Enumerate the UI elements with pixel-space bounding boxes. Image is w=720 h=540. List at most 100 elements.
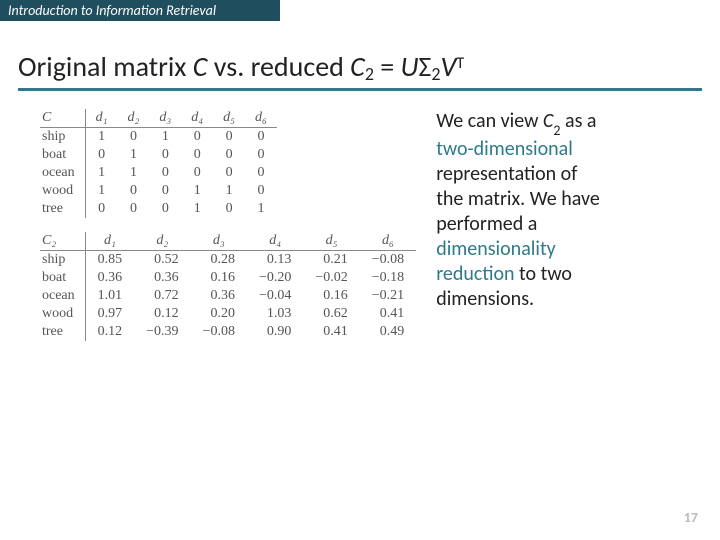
table-row: ship0.850.520.280.130.21−0.08 — [40, 251, 416, 270]
cell: −0.08 — [191, 323, 247, 341]
cell: 0 — [149, 146, 181, 164]
cell: 1 — [118, 164, 150, 182]
title-V-sup: T — [456, 54, 464, 73]
title-sigma-sub: 2 — [431, 63, 440, 85]
cell: 0 — [118, 182, 150, 200]
row-label: boat — [40, 146, 85, 164]
slide-title: Original matrix C vs. reduced C2 = UΣ2VT — [18, 49, 702, 84]
row-label: boat — [40, 269, 85, 287]
t1-h5: d₅ — [213, 109, 245, 128]
cell: 0 — [245, 182, 277, 200]
cell: −0.08 — [360, 251, 416, 270]
cell: 0.41 — [303, 323, 359, 341]
title-C2-sub: 2 — [365, 63, 374, 85]
title-C: C — [193, 49, 208, 84]
cell: 0.36 — [85, 269, 134, 287]
cell: 0.90 — [247, 323, 303, 341]
cell: 0.41 — [360, 305, 416, 323]
side-paragraph: We can view C2 as a two-dimensional repr… — [436, 109, 606, 341]
cell: 0.12 — [85, 323, 134, 341]
table-row: ship101000 — [40, 128, 277, 147]
cell: −0.39 — [134, 323, 190, 341]
t2-h5: d₅ — [303, 232, 359, 251]
cell: 1.01 — [85, 287, 134, 305]
row-label: ocean — [40, 164, 85, 182]
tables-wrapper: C d₁ d₂ d₃ d₄ d₅ d₆ ship101000boat010000… — [40, 109, 416, 341]
cell: 0 — [85, 200, 117, 218]
t1-h2: d₂ — [118, 109, 150, 128]
cell: 0.28 — [191, 251, 247, 270]
side-C: C — [543, 109, 553, 133]
page-number: 17 — [684, 509, 698, 526]
table-row: boat0.360.360.16−0.20−0.02−0.18 — [40, 269, 416, 287]
cell: −0.21 — [360, 287, 416, 305]
row-label: tree — [40, 323, 85, 341]
cell: 0 — [245, 164, 277, 182]
title-C2: C — [350, 49, 365, 84]
table-row: wood100110 — [40, 182, 277, 200]
side-l3: representation of the matrix. We have pe… — [436, 162, 600, 236]
cell: 0.52 — [134, 251, 190, 270]
matrix-C2-table: C₂ d₁ d₂ d₃ d₄ d₅ d₆ ship0.850.520.280.1… — [40, 232, 416, 341]
title-eq: = — [374, 49, 401, 84]
cell: 0.72 — [134, 287, 190, 305]
cell: 0 — [181, 128, 213, 147]
cell: 0 — [213, 164, 245, 182]
title-part1: Original matrix — [18, 49, 193, 84]
cell: 1 — [213, 182, 245, 200]
row-label: ocean — [40, 287, 85, 305]
cell: 0 — [149, 164, 181, 182]
title-sigma: Σ — [419, 49, 432, 84]
cell: 0 — [118, 200, 150, 218]
t2-corner: C₂ — [40, 232, 85, 251]
cell: 0.20 — [191, 305, 247, 323]
cell: 0.97 — [85, 305, 134, 323]
t2-h1: d₁ — [85, 232, 134, 251]
side-l2: as a — [560, 109, 596, 133]
cell: −0.20 — [247, 269, 303, 287]
matrix-C-table: C d₁ d₂ d₃ d₄ d₅ d₆ ship101000boat010000… — [40, 109, 277, 218]
cell: 1 — [85, 128, 117, 147]
cell: 0 — [85, 146, 117, 164]
cell: 0.62 — [303, 305, 359, 323]
cell: 0 — [245, 146, 277, 164]
t1-h3: d₃ — [149, 109, 181, 128]
cell: −0.04 — [247, 287, 303, 305]
cell: 0.85 — [85, 251, 134, 270]
table-row: tree0.12−0.39−0.080.900.410.49 — [40, 323, 416, 341]
t2-h2: d₂ — [134, 232, 190, 251]
side-C-sub: 2 — [553, 122, 560, 139]
cell: 0 — [245, 128, 277, 147]
cell: −0.02 — [303, 269, 359, 287]
title-U: U — [401, 49, 419, 84]
title-block: Original matrix C vs. reduced C2 = UΣ2VT — [18, 49, 702, 91]
cell: 1 — [118, 146, 150, 164]
cell: 0.36 — [191, 287, 247, 305]
row-label: ship — [40, 251, 85, 270]
cell: 0.16 — [191, 269, 247, 287]
cell: 0 — [213, 146, 245, 164]
cell: 1 — [181, 200, 213, 218]
cell: 0.21 — [303, 251, 359, 270]
cell: 0 — [213, 200, 245, 218]
t1-h6: d₆ — [245, 109, 277, 128]
side-em1: two-dimensional — [436, 137, 573, 161]
cell: 0.16 — [303, 287, 359, 305]
table-row: ocean110000 — [40, 164, 277, 182]
row-label: wood — [40, 182, 85, 200]
side-l1: We can view — [436, 109, 543, 133]
cell: 1 — [85, 182, 117, 200]
cell: 1.03 — [247, 305, 303, 323]
t2-h4: d₄ — [247, 232, 303, 251]
table-row: tree000101 — [40, 200, 277, 218]
cell: 0 — [213, 128, 245, 147]
title-part2: vs. reduced — [207, 49, 350, 84]
course-header: Introduction to Information Retrieval — [0, 0, 280, 21]
row-label: wood — [40, 305, 85, 323]
cell: 0 — [118, 128, 150, 147]
cell: 0.36 — [134, 269, 190, 287]
t1-h1: d₁ — [85, 109, 117, 128]
t2-h6: d₆ — [360, 232, 416, 251]
cell: 1 — [245, 200, 277, 218]
row-label: tree — [40, 200, 85, 218]
